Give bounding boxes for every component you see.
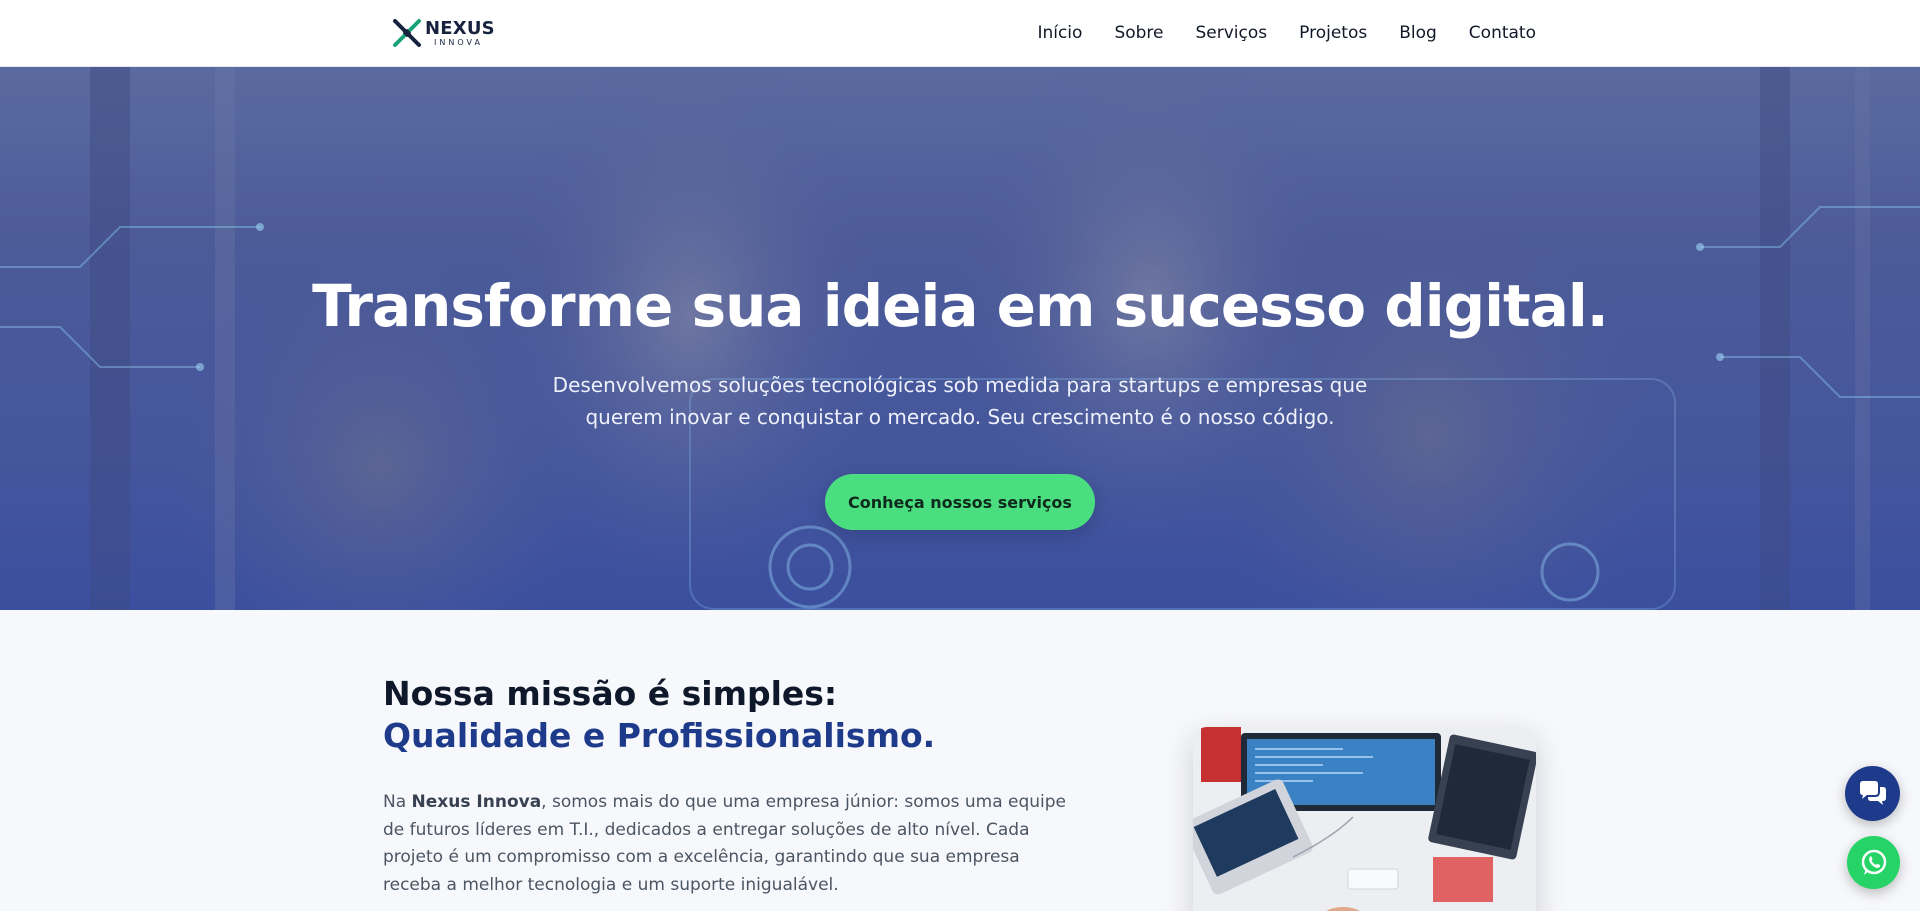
whatsapp-button[interactable]: [1847, 836, 1900, 889]
nav-item-projetos[interactable]: Projetos: [1299, 23, 1367, 43]
mission-company-name: Nexus Innova: [411, 792, 542, 812]
chat-bubbles-icon: [1859, 780, 1886, 805]
nav-item-blog[interactable]: Blog: [1399, 23, 1437, 43]
mission-text-prefix: Na: [383, 792, 412, 812]
mission-heading: Nossa missão é simples:: [383, 674, 838, 713]
nav-item-servicos[interactable]: Serviços: [1196, 23, 1268, 43]
workspace-photo-image: [1193, 727, 1536, 911]
services-cta-button[interactable]: Conheça nossos serviços: [825, 474, 1095, 530]
logo-name: NEXUS: [425, 17, 495, 39]
hero-title: Transforme sua ideia em sucesso digital.: [312, 272, 1609, 340]
chat-button[interactable]: [1845, 766, 1900, 821]
nav-item-inicio[interactable]: Início: [1037, 23, 1082, 43]
main-nav: Início Sobre Serviços Projetos Blog Cont…: [1037, 23, 1536, 43]
site-header: NEXUS INNOVA Início Sobre Serviços Proje…: [0, 0, 1920, 67]
hero-section: Transforme sua ideia em sucesso digital.…: [0, 67, 1920, 610]
mission-paragraph: Na Nexus Innova, somos mais do que uma e…: [383, 789, 1068, 899]
hero-subtitle: Desenvolvemos soluções tecnológicas sob …: [552, 373, 1368, 429]
mission-subheading: Qualidade e Profissionalismo.: [383, 716, 936, 755]
nexus-logo-icon: [393, 19, 421, 47]
nav-item-sobre[interactable]: Sobre: [1114, 23, 1163, 43]
workspace-photo: [1193, 727, 1536, 911]
nav-item-contato[interactable]: Contato: [1469, 23, 1536, 43]
site-logo[interactable]: NEXUS INNOVA: [392, 18, 495, 48]
whatsapp-icon: [1861, 849, 1886, 875]
logo-subname: INNOVA: [434, 37, 483, 47]
